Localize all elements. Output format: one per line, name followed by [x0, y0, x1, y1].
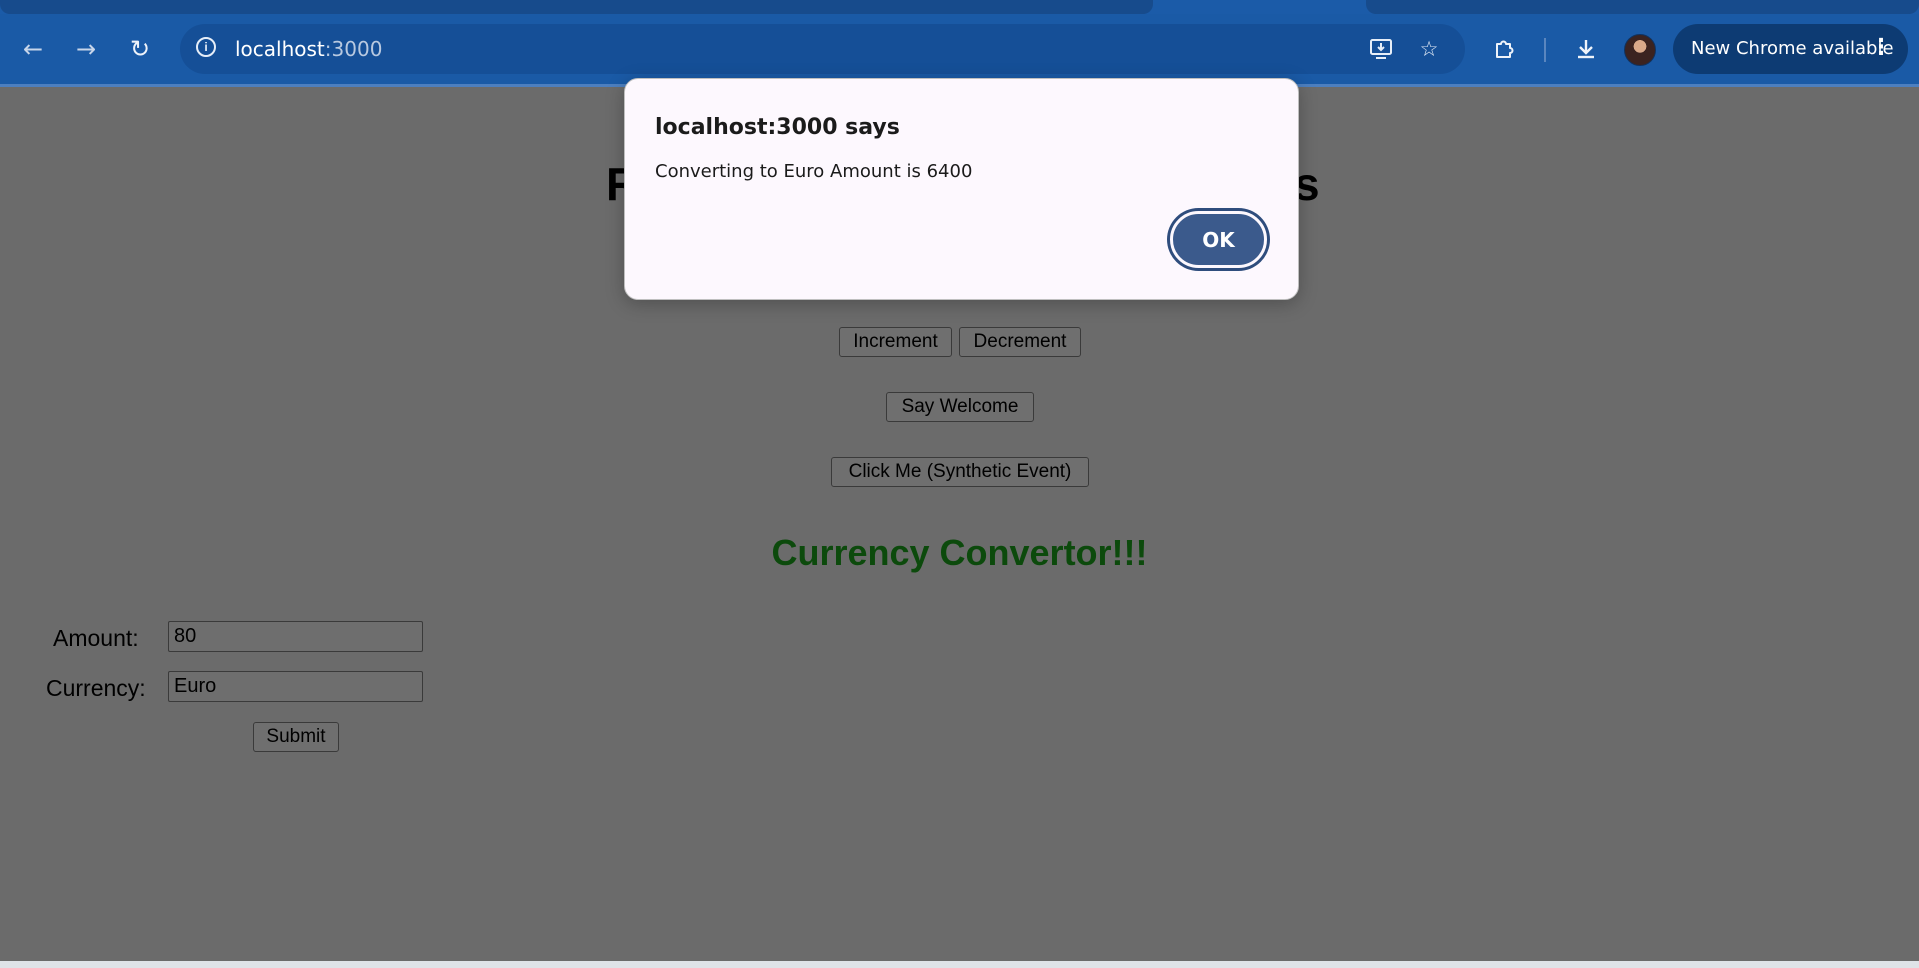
- browser-tab[interactable]: [0, 0, 1153, 14]
- update-label: New Chrome available: [1691, 38, 1894, 59]
- decrement-button[interactable]: Decrement: [959, 327, 1081, 357]
- reload-icon[interactable]: ↻: [122, 31, 158, 67]
- puzzle-icon[interactable]: [1488, 32, 1522, 66]
- back-arrow-icon[interactable]: ←: [15, 31, 51, 67]
- submit-button[interactable]: Submit: [253, 722, 339, 752]
- currency-convertor-title: Currency Convertor!!!: [771, 532, 1148, 573]
- menu-dots-icon[interactable]: ⋮: [1870, 35, 1892, 60]
- info-icon[interactable]: i: [196, 37, 216, 57]
- install-app-icon[interactable]: [1368, 36, 1394, 62]
- star-icon[interactable]: ☆: [1416, 36, 1442, 62]
- tab-strip: [0, 0, 1919, 14]
- url-text[interactable]: localhost:3000: [235, 37, 382, 61]
- avatar[interactable]: [1624, 34, 1656, 66]
- currency-label: Currency:: [46, 675, 146, 701]
- increment-button[interactable]: Increment: [839, 327, 952, 357]
- address-bar[interactable]: i localhost:3000 ☆: [180, 24, 1465, 74]
- forward-arrow-icon[interactable]: →: [68, 31, 104, 67]
- download-icon[interactable]: [1569, 32, 1603, 66]
- ok-button[interactable]: OK: [1170, 211, 1267, 268]
- currency-input[interactable]: Euro: [168, 671, 423, 702]
- toolbar-separator: [1544, 38, 1546, 62]
- new-chrome-available-button[interactable]: New Chrome available ⋮: [1673, 24, 1908, 74]
- dialog-title: localhost:3000 says: [655, 115, 900, 140]
- alert-dialog: localhost:3000 says Converting to Euro A…: [624, 78, 1299, 300]
- amount-input[interactable]: 80: [168, 621, 423, 652]
- window-bottom-edge: [0, 961, 1919, 968]
- amount-label: Amount:: [53, 625, 139, 651]
- browser-tab[interactable]: [1366, 0, 1919, 14]
- synthetic-event-button[interactable]: Click Me (Synthetic Event): [831, 457, 1089, 487]
- dialog-message: Converting to Euro Amount is 6400: [655, 161, 973, 182]
- say-welcome-button[interactable]: Say Welcome: [886, 392, 1034, 422]
